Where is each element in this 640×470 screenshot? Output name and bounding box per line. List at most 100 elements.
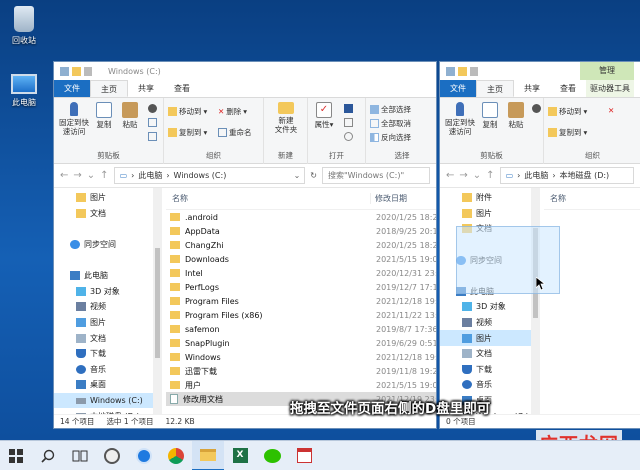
file-row[interactable]: PerfLogs 2019/12/7 17:14 bbox=[166, 280, 436, 294]
tab-home[interactable]: 主页 bbox=[476, 80, 514, 97]
file-row[interactable]: SnapPlugin 2019/6/29 0:51 bbox=[166, 336, 436, 350]
file-row[interactable]: AppData 2018/9/25 20:14 bbox=[166, 224, 436, 238]
taskbar-app-other[interactable] bbox=[288, 441, 320, 470]
move-to-button[interactable]: 移动到 ▾ bbox=[548, 106, 587, 117]
column-name[interactable]: 名称 bbox=[544, 193, 640, 204]
start-button[interactable] bbox=[0, 441, 32, 470]
copy-button[interactable]: 复制 bbox=[92, 102, 116, 129]
nav-item[interactable]: 3D 对象 bbox=[440, 299, 539, 315]
tab-view[interactable]: 查看 bbox=[164, 80, 200, 97]
taskbar-app-chrome[interactable] bbox=[160, 441, 192, 470]
cut-button[interactable] bbox=[532, 104, 541, 113]
nav-item[interactable]: 图片 bbox=[440, 330, 539, 346]
nav-scrollbar[interactable] bbox=[153, 188, 162, 414]
nav-item[interactable]: 文档 bbox=[440, 346, 539, 362]
properties-button[interactable]: ✓ 属性▾ bbox=[312, 102, 336, 129]
nav-item[interactable]: 图片 bbox=[54, 315, 161, 331]
select-all-button[interactable]: 全部选择 bbox=[370, 104, 411, 115]
nav-item[interactable]: 音乐 bbox=[440, 377, 539, 393]
tab-view[interactable]: 查看 bbox=[550, 80, 586, 97]
delete-button[interactable]: ✕ bbox=[608, 106, 614, 115]
search-box[interactable]: 搜索"Windows (C:)" bbox=[322, 167, 430, 184]
taskbar-app-clock[interactable] bbox=[96, 441, 128, 470]
copy-to-button[interactable]: 复制到 ▾ bbox=[548, 127, 587, 138]
copy-path-button[interactable] bbox=[148, 118, 157, 127]
select-none-button[interactable]: 全部取消 bbox=[370, 118, 411, 129]
breadcrumb-this-pc[interactable]: 此电脑 bbox=[138, 170, 162, 181]
nav-item[interactable]: 下载 bbox=[54, 346, 161, 362]
forward-icon[interactable]: → bbox=[459, 170, 467, 181]
task-view-button[interactable] bbox=[64, 441, 96, 470]
nav-item[interactable]: 文档 bbox=[54, 206, 161, 222]
file-row[interactable]: 用户 2021/5/15 19:03 bbox=[166, 378, 436, 392]
nav-scrollbar[interactable] bbox=[531, 188, 540, 414]
copy-button[interactable]: 复制 bbox=[478, 102, 502, 129]
breadcrumb-drive[interactable]: 本地磁盘 (D:) bbox=[560, 170, 610, 181]
cut-button[interactable] bbox=[148, 104, 157, 113]
pin-quick-access-button[interactable]: 固定到快 速访问 bbox=[56, 102, 92, 136]
nav-item[interactable]: 视频 bbox=[440, 315, 539, 331]
rename-button[interactable]: 重命名 bbox=[218, 127, 252, 138]
paste-button[interactable]: 粘贴 bbox=[118, 102, 142, 129]
nav-item[interactable]: 此电脑 bbox=[54, 268, 161, 284]
edit-button[interactable] bbox=[344, 118, 353, 127]
nav-item[interactable]: 同步空间 bbox=[54, 237, 161, 253]
copy-to-button[interactable]: 复制到 ▾ bbox=[168, 127, 207, 138]
nav-item[interactable]: 下载 bbox=[440, 362, 539, 378]
file-row[interactable]: Program Files (x86) 2021/11/22 13:5 bbox=[166, 308, 436, 322]
desktop-icon-this-pc[interactable]: 此电脑 bbox=[2, 74, 46, 108]
back-icon[interactable]: ← bbox=[446, 170, 454, 181]
delete-button[interactable]: ✕ 删除 ▾ bbox=[218, 106, 247, 117]
paste-button[interactable]: 粘贴 bbox=[504, 102, 528, 129]
breadcrumb-drive[interactable]: Windows (C:) bbox=[174, 171, 227, 180]
refresh-icon[interactable]: ↻ bbox=[310, 171, 317, 180]
tab-share[interactable]: 共享 bbox=[128, 80, 164, 97]
nav-item[interactable]: 音乐 bbox=[54, 362, 161, 378]
new-folder-button[interactable]: 新建 文件夹 bbox=[266, 102, 306, 134]
nav-item[interactable]: 图片 bbox=[440, 206, 539, 222]
breadcrumb-this-pc[interactable]: 此电脑 bbox=[524, 170, 548, 181]
move-to-button[interactable]: 移动到 ▾ bbox=[168, 106, 207, 117]
taskbar-app-search[interactable] bbox=[128, 441, 160, 470]
taskbar-app-explorer[interactable] bbox=[192, 440, 224, 470]
scrollbar-thumb[interactable] bbox=[155, 248, 160, 358]
manage-tab[interactable]: 管理 bbox=[580, 62, 634, 80]
file-row[interactable]: ChangZhi 2020/1/25 18:24 bbox=[166, 238, 436, 252]
file-row[interactable]: .android 2020/1/25 18:28 bbox=[166, 210, 436, 224]
tab-file[interactable]: 文件 bbox=[54, 80, 90, 97]
address-bar[interactable]: ▭ › 此电脑 › Windows (C:) ⌄ bbox=[113, 167, 306, 184]
nav-item[interactable]: 附件 bbox=[440, 190, 539, 206]
file-row[interactable]: Intel 2020/12/31 23:0 bbox=[166, 266, 436, 280]
up-icon[interactable]: ↑ bbox=[486, 170, 494, 181]
taskbar-app-excel[interactable]: X bbox=[224, 441, 256, 470]
nav-item[interactable]: Windows (C:) bbox=[54, 392, 161, 409]
paste-shortcut-button[interactable] bbox=[148, 132, 157, 141]
taskbar-app-wechat[interactable] bbox=[256, 441, 288, 470]
pin-quick-access-button[interactable]: 固定到快 速访问 bbox=[442, 102, 478, 136]
column-date[interactable]: 修改日期 bbox=[370, 193, 436, 204]
nav-item[interactable]: 桌面 bbox=[54, 377, 161, 393]
nav-item[interactable]: 文档 bbox=[54, 330, 161, 346]
chevron-down-icon[interactable]: ⌄ bbox=[294, 171, 301, 180]
tab-home[interactable]: 主页 bbox=[90, 80, 128, 97]
open-button[interactable] bbox=[344, 104, 353, 113]
nav-item[interactable]: 图片 bbox=[54, 190, 161, 206]
tab-drive-tools[interactable]: 驱动器工具 bbox=[586, 80, 634, 97]
history-button[interactable] bbox=[344, 132, 353, 141]
file-row[interactable]: safemon 2019/8/7 17:36 bbox=[166, 322, 436, 336]
chevron-down-icon[interactable]: ⌄ bbox=[87, 170, 95, 181]
file-row[interactable]: Downloads 2021/5/15 19:09 bbox=[166, 252, 436, 266]
up-icon[interactable]: ↑ bbox=[100, 170, 108, 181]
chevron-down-icon[interactable]: ⌄ bbox=[473, 170, 481, 181]
back-icon[interactable]: ← bbox=[60, 170, 68, 181]
tab-file[interactable]: 文件 bbox=[440, 80, 476, 97]
tab-share[interactable]: 共享 bbox=[514, 80, 550, 97]
desktop-icon-recycle-bin[interactable]: 回收站 bbox=[2, 6, 46, 46]
address-bar[interactable]: ▭ › 此电脑 › 本地磁盘 (D:) bbox=[499, 167, 634, 184]
nav-item[interactable]: 3D 对象 bbox=[54, 284, 161, 300]
file-row[interactable]: Program Files 2021/12/18 19:4 bbox=[166, 294, 436, 308]
search-button[interactable] bbox=[32, 441, 64, 470]
column-name[interactable]: 名称 bbox=[166, 193, 370, 204]
nav-item[interactable]: 视频 bbox=[54, 299, 161, 315]
invert-selection-button[interactable]: 反向选择 bbox=[370, 132, 411, 143]
